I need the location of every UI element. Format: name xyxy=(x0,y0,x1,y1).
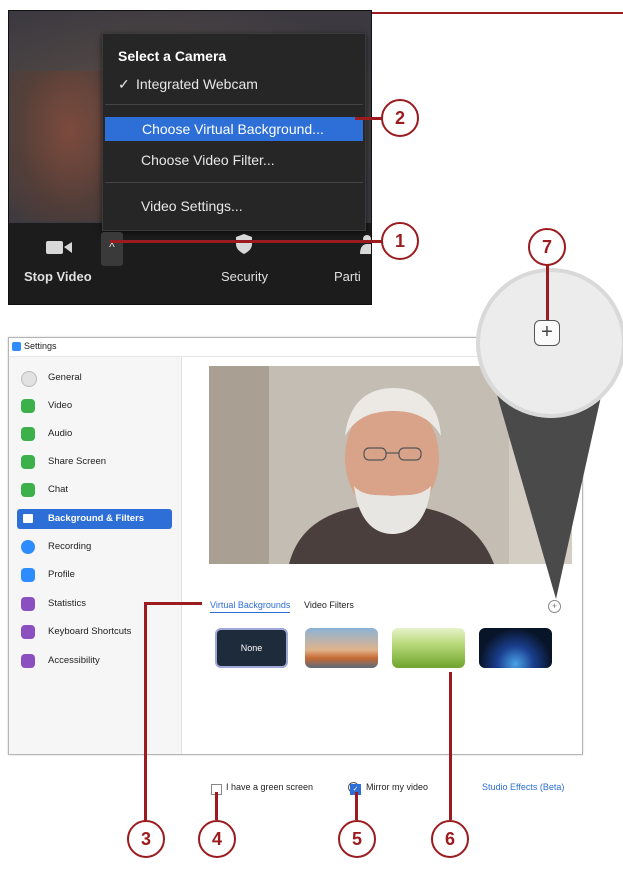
sidebar-item-general[interactable]: General xyxy=(17,368,172,388)
sidebar-item-accessibility[interactable]: Accessibility xyxy=(17,651,172,671)
callout-5: 5 xyxy=(338,820,376,858)
sidebar-item-label: General xyxy=(48,372,82,383)
callout-1: 1 xyxy=(381,222,419,260)
sidebar-item-label: Accessibility xyxy=(48,655,100,666)
menu-divider xyxy=(105,182,363,183)
callout-7: 7 xyxy=(528,228,566,266)
sidebar-item-video[interactable]: Video xyxy=(17,396,172,416)
sidebar-item-keyboard-shortcuts[interactable]: Keyboard Shortcuts xyxy=(17,622,172,642)
background-thumb-grass[interactable] xyxy=(392,628,465,668)
sidebar-item-recording[interactable]: Recording xyxy=(17,537,172,557)
profile-icon xyxy=(21,568,35,582)
share-screen-icon xyxy=(21,455,35,469)
sidebar-item-label: Chat xyxy=(48,484,69,495)
background-thumb-golden-gate[interactable] xyxy=(305,628,378,668)
menu-title: Select a Camera xyxy=(118,48,227,64)
headphones-icon xyxy=(21,427,35,441)
shield-icon[interactable] xyxy=(234,233,254,255)
sidebar-item-label: Keyboard Shortcuts xyxy=(48,626,132,637)
participants-button[interactable]: Parti xyxy=(334,269,361,284)
participants-icon[interactable] xyxy=(354,233,371,255)
mirror-video-label: Mirror my video xyxy=(366,782,429,792)
video-camera-icon[interactable] xyxy=(44,237,74,257)
menu-item-choose-video-filter[interactable]: Choose Video Filter... xyxy=(141,152,371,168)
menu-divider xyxy=(105,104,363,105)
callout-5-line xyxy=(355,792,358,820)
menu-item-label: Integrated Webcam xyxy=(136,76,258,92)
sidebar-item-chat[interactable]: Chat xyxy=(17,480,172,500)
studio-effects-link[interactable]: Studio Effects (Beta) xyxy=(482,782,564,792)
keyboard-icon xyxy=(21,625,35,639)
video-icon xyxy=(21,399,35,413)
video-options-caret-button[interactable]: ^ xyxy=(101,232,123,266)
gear-icon xyxy=(21,371,37,387)
sidebar-item-label: Background & Filters xyxy=(48,513,145,524)
tab-virtual-backgrounds[interactable]: Virtual Backgrounds xyxy=(210,600,291,613)
sidebar-item-label: Recording xyxy=(48,541,92,552)
callout-4-line xyxy=(215,792,218,820)
sidebar-item-background-filters[interactable]: Background & Filters xyxy=(17,509,172,529)
settings-sidebar: General Video Audio Share Screen Chat Ba… xyxy=(9,357,182,754)
camera-dropdown-menu: Select a Camera ✓ Integrated Webcam Choos… xyxy=(102,33,366,231)
sidebar-item-audio[interactable]: Audio xyxy=(17,424,172,444)
add-background-plus-icon-magnified: + xyxy=(534,320,560,346)
sidebar-item-label: Profile xyxy=(48,569,75,580)
record-icon xyxy=(21,540,35,554)
stop-video-button[interactable]: Stop Video xyxy=(24,269,92,284)
sidebar-item-share-screen[interactable]: Share Screen xyxy=(17,452,172,472)
background-thumb-none[interactable]: None xyxy=(215,628,288,668)
sidebar-item-label: Audio xyxy=(48,428,73,439)
statistics-icon xyxy=(21,597,35,611)
menu-item-choose-virtual-background[interactable]: Choose Virtual Background... xyxy=(105,117,363,141)
settings-title: Settings xyxy=(24,341,57,351)
checkmark-icon: ✓ xyxy=(118,76,130,92)
callout-3: 3 xyxy=(127,820,165,858)
sidebar-item-label: Statistics xyxy=(48,598,87,609)
callout-1-line xyxy=(110,240,382,243)
callout-6: 6 xyxy=(431,820,469,858)
top-rule xyxy=(370,12,623,14)
menu-item-integrated-webcam[interactable]: ✓ Integrated Webcam xyxy=(118,76,371,93)
sidebar-item-profile[interactable]: Profile xyxy=(17,565,172,585)
accessibility-icon xyxy=(21,654,35,668)
green-screen-label: I have a green screen xyxy=(226,782,314,792)
camera-menu-screenshot: Select a Camera ✓ Integrated Webcam Choos… xyxy=(8,10,372,305)
sidebar-item-label: Share Screen xyxy=(48,456,107,467)
background-thumb-earth[interactable] xyxy=(479,628,552,668)
callout-2-line xyxy=(355,117,382,120)
callout-7-line xyxy=(546,262,549,320)
menu-item-video-settings[interactable]: Video Settings... xyxy=(141,198,371,214)
background-icon xyxy=(23,514,33,523)
callout-4: 4 xyxy=(198,820,236,858)
security-button[interactable]: Security xyxy=(221,269,268,284)
meeting-toolbar xyxy=(9,223,371,304)
chat-icon xyxy=(21,483,35,497)
sidebar-item-label: Video xyxy=(48,400,73,411)
callout-3-line xyxy=(144,602,202,605)
callout-6-line xyxy=(449,672,452,820)
zoom-app-icon xyxy=(12,342,21,351)
callout-2: 2 xyxy=(381,99,419,137)
tab-video-filters[interactable]: Video Filters xyxy=(304,600,354,610)
callout-3-line xyxy=(144,602,147,822)
